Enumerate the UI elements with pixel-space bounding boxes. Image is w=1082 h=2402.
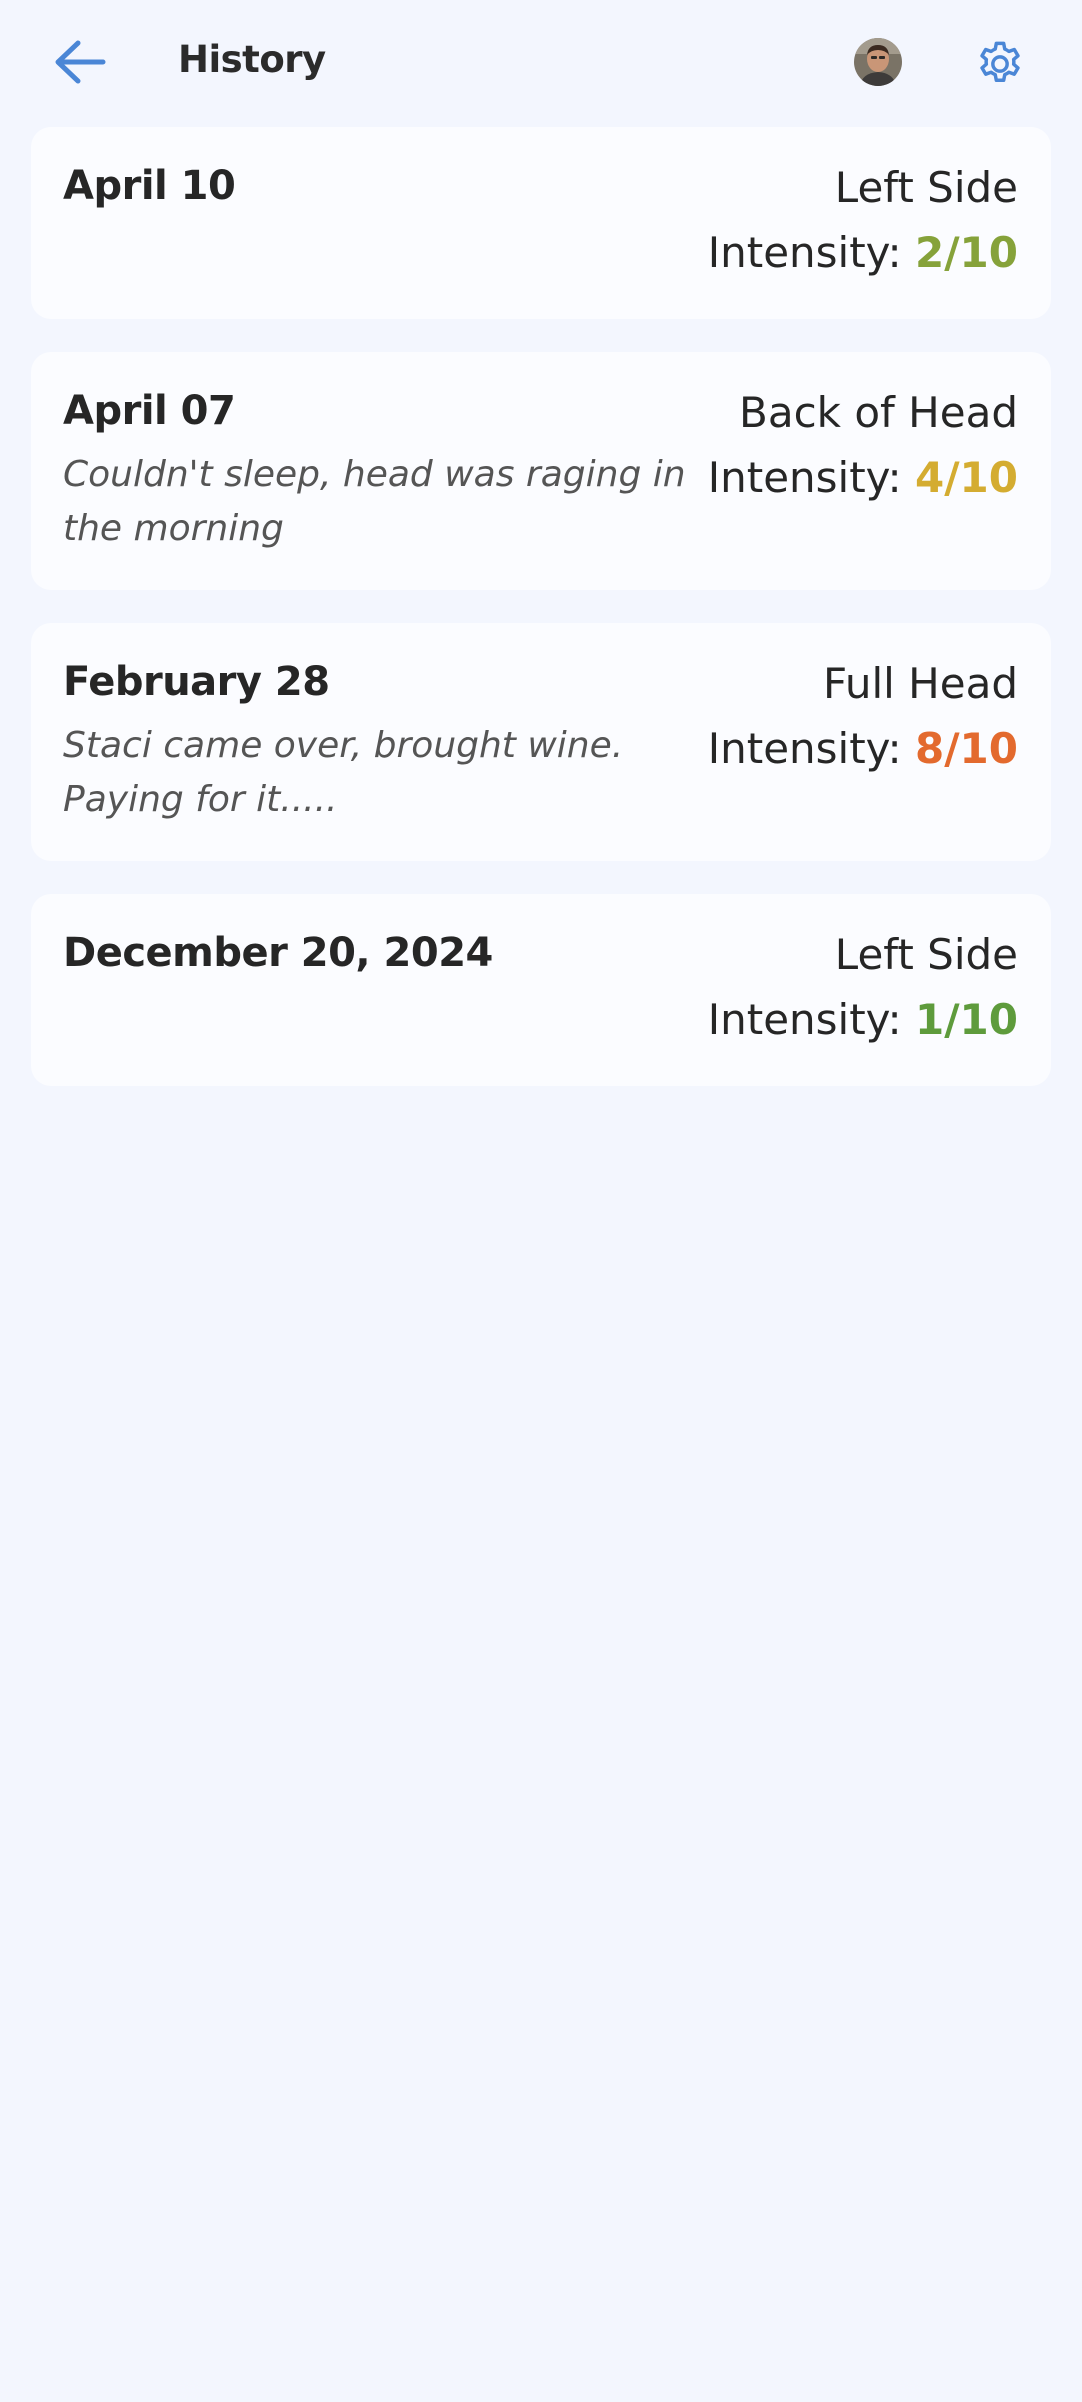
intensity-value: 2/10	[914, 228, 1018, 277]
entry-details: Left Side Intensity: 2/10	[708, 163, 1018, 278]
entry-intensity: Intensity: 1/10	[708, 995, 1018, 1045]
entry-location: Left Side	[834, 163, 1018, 212]
entry-intensity: Intensity: 8/10	[708, 724, 1018, 774]
entry-location: Full Head	[823, 659, 1018, 708]
intensity-label: Intensity:	[707, 995, 902, 1044]
page-title: History	[178, 38, 326, 81]
settings-button[interactable]	[970, 34, 1030, 94]
entry-intensity: Intensity: 4/10	[708, 453, 1018, 503]
entry-note: Couldn't sleep, head was raging in the m…	[63, 454, 686, 549]
intensity-label: Intensity:	[707, 228, 902, 277]
intensity-label: Intensity:	[707, 724, 902, 773]
back-button[interactable]	[46, 30, 114, 94]
entry-date: December 20, 2024	[63, 930, 493, 976]
intensity-label: Intensity:	[707, 453, 902, 502]
entry-date: April 10	[63, 163, 236, 209]
entry-details: Back of Head Intensity: 4/10	[708, 388, 1018, 503]
history-list: April 10 Left Side Intensity: 2/10 April…	[31, 127, 1051, 1119]
entry-location: Back of Head	[739, 388, 1018, 437]
intensity-value: 1/10	[914, 995, 1018, 1044]
entry-details: Full Head Intensity: 8/10	[708, 659, 1018, 774]
history-entry-card[interactable]: December 20, 2024 Left Side Intensity: 1…	[31, 894, 1051, 1086]
entry-note: Staci came over, brought wine. Paying fo…	[63, 725, 624, 820]
entry-intensity: Intensity: 2/10	[708, 228, 1018, 278]
history-entry-card[interactable]: February 28 Staci came over, brought win…	[31, 623, 1051, 861]
entry-date: February 28	[63, 659, 330, 705]
entry-location: Left Side	[834, 930, 1018, 979]
history-entry-card[interactable]: April 07 Couldn't sleep, head was raging…	[31, 352, 1051, 590]
entry-details: Left Side Intensity: 1/10	[708, 930, 1018, 1045]
gear-icon	[980, 41, 1020, 82]
top-bar: History	[0, 0, 1082, 126]
intensity-value: 4/10	[914, 453, 1018, 502]
history-entry-card[interactable]: April 10 Left Side Intensity: 2/10	[31, 127, 1051, 319]
arrow-left-icon	[55, 40, 106, 84]
entry-date: April 07	[63, 388, 236, 434]
intensity-value: 8/10	[914, 724, 1018, 773]
avatar[interactable]	[854, 38, 902, 86]
